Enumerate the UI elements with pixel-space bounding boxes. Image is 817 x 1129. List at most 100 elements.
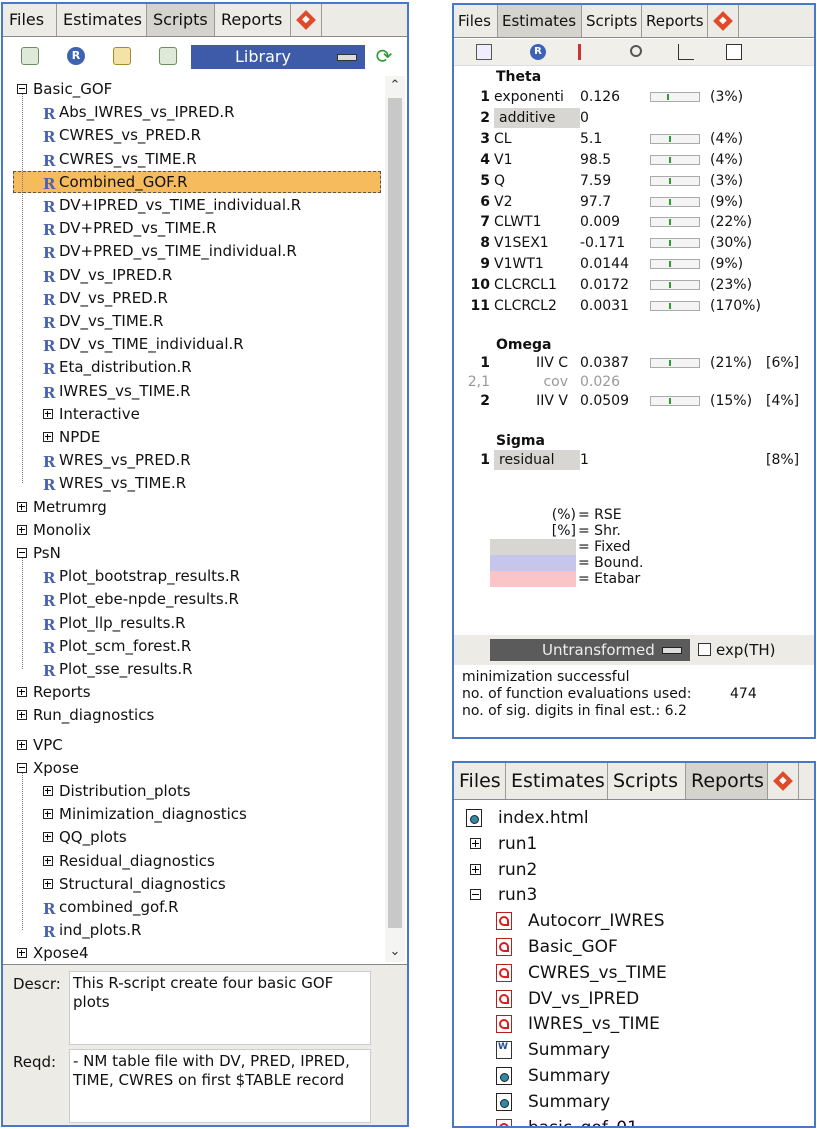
edit-script-icon[interactable] [113, 47, 131, 65]
report-item[interactable]: Summary [496, 1063, 810, 1089]
tree-script[interactable]: R Plot_scm_forest.R [43, 635, 379, 657]
tab-scripts[interactable]: Scripts [582, 5, 642, 37]
scrollbar-thumb[interactable] [388, 98, 402, 928]
window-icon[interactable] [726, 44, 742, 60]
tree-script[interactable]: R Abs_IWRES_vs_IPRED.R [43, 101, 379, 123]
tree-script[interactable]: R CWRES_vs_TIME.R [43, 148, 379, 170]
tree-folder[interactable]: Metrumrg [17, 496, 379, 518]
tree-script[interactable]: R DV_vs_TIME.R [43, 310, 379, 332]
report-item[interactable]: basic_gof_01 [496, 1115, 810, 1126]
expand-plus-icon[interactable] [43, 432, 53, 442]
expand-plus-icon[interactable] [43, 878, 53, 889]
tree-folder[interactable]: Interactive [43, 403, 379, 425]
tree-folder[interactable]: Xpose4 [17, 942, 379, 962]
tree-script[interactable]: Rind_plots.R [43, 919, 379, 941]
tab-files[interactable]: Files [454, 5, 498, 37]
tree-script[interactable]: R Eta_distribution.R [43, 356, 379, 378]
report-item[interactable]: IWRES_vs_TIME [496, 1011, 810, 1037]
expand-plus-icon[interactable] [43, 786, 53, 796]
report-item[interactable]: Autocorr_IWRES [496, 908, 810, 934]
tab-estimates[interactable]: Estimates [57, 4, 147, 36]
expand-plus-icon[interactable] [17, 687, 27, 698]
tree-script[interactable]: R WRES_vs_PRED.R [43, 449, 379, 471]
collapse-minus-icon[interactable] [17, 84, 27, 94]
report-item[interactable]: Summary [496, 1089, 810, 1115]
report-item[interactable]: Summary [496, 1037, 810, 1063]
scroll-down-icon[interactable]: ⌄ [385, 942, 405, 962]
refresh-icon[interactable]: ⟳ [375, 46, 393, 66]
collapse-minus-icon[interactable] [470, 889, 481, 901]
tree-folder[interactable]: Basic_GOF [17, 78, 379, 100]
tree-folder[interactable]: Minimization_diagnostics [43, 803, 379, 825]
tree-script[interactable]: R DV+IPRED_vs_TIME_individual.R [43, 194, 379, 216]
tree-folder[interactable]: Residual_diagnostics [43, 850, 379, 872]
tree-folder[interactable]: Xpose [17, 757, 379, 779]
tree-folder[interactable]: VPC [17, 734, 379, 756]
report-item[interactable]: CWRES_vs_TIME [496, 960, 810, 986]
report-item[interactable]: run3 [466, 882, 810, 908]
expand-plus-icon[interactable] [43, 408, 53, 419]
exp-checkbox[interactable] [698, 643, 711, 656]
tree-script[interactable]: R DV+PRED_vs_TIME.R [43, 217, 379, 239]
tree-script[interactable]: R Plot_llp_results.R [43, 612, 379, 634]
tree-scrollbar[interactable]: ⌃ ⌄ [385, 76, 405, 962]
r-icon[interactable]: R [67, 47, 85, 65]
expand-plus-icon[interactable] [43, 832, 53, 843]
expand-plus-icon[interactable] [17, 948, 27, 959]
expand-plus-icon[interactable] [470, 863, 481, 875]
library-select[interactable]: Library [191, 45, 365, 69]
report-item[interactable]: Basic_GOF [496, 934, 810, 960]
tree-folder[interactable]: Monolix [17, 519, 379, 541]
expand-plus-icon[interactable] [43, 809, 53, 820]
report-item[interactable]: run1 [466, 831, 810, 857]
expand-plus-icon[interactable] [17, 710, 27, 721]
tree-script[interactable]: R WRES_vs_TIME.R [43, 472, 379, 494]
tree-script[interactable]: R DV+PRED_vs_TIME_individual.R [43, 240, 379, 262]
tree-folder[interactable]: Reports [17, 681, 379, 703]
tab-reports[interactable]: Reports [686, 763, 768, 799]
tree-folder[interactable]: Run_diagnostics [17, 704, 379, 726]
tab-reports[interactable]: Reports [215, 4, 291, 36]
tab-estimates[interactable]: Estimates [498, 5, 582, 37]
tab-scripts[interactable]: Scripts [147, 4, 215, 36]
expand-plus-icon[interactable] [470, 837, 481, 849]
tree-script[interactable]: R Plot_ebe-npde_results.R [43, 588, 379, 610]
report-item[interactable]: index.html [466, 805, 810, 831]
new-script-icon[interactable] [159, 47, 177, 65]
correlation-icon[interactable] [578, 44, 594, 60]
git-icon[interactable]: ◆ [708, 5, 739, 37]
tree-folder[interactable]: Structural_diagnostics [43, 873, 379, 895]
expand-plus-icon[interactable] [43, 855, 53, 866]
tree-script[interactable]: R Plot_sse_results.R [43, 658, 379, 680]
table-icon[interactable] [476, 44, 492, 60]
tree-script[interactable]: R Plot_bootstrap_results.R [43, 565, 379, 587]
search-icon[interactable] [630, 45, 642, 57]
tab-scripts[interactable]: Scripts [608, 763, 686, 799]
tree-script[interactable]: R DV_vs_TIME_individual.R [43, 333, 379, 355]
tree-script[interactable]: R DV_vs_PRED.R [43, 287, 379, 309]
run-script-icon[interactable] [21, 47, 39, 65]
git-icon[interactable]: ◆ [291, 4, 322, 36]
tree-folder[interactable]: QQ_plots [43, 826, 379, 848]
tab-files[interactable]: Files [3, 4, 57, 36]
tab-files[interactable]: Files [454, 763, 506, 799]
tree-script[interactable]: R Combined_GOF.R [13, 170, 381, 193]
tree-script[interactable]: R IWRES_vs_TIME.R [43, 380, 379, 402]
collapse-minus-icon[interactable] [17, 762, 27, 773]
scroll-up-icon[interactable]: ⌃ [385, 76, 405, 96]
transform-select[interactable]: Untransformed [490, 639, 690, 661]
expand-plus-icon[interactable] [17, 524, 27, 535]
tree-script[interactable]: Rcombined_gof.R [43, 896, 379, 918]
tree-folder[interactable]: Distribution_plots [43, 780, 379, 802]
git-icon[interactable]: ◆ [768, 763, 799, 799]
tree-folder[interactable]: PsN [17, 542, 379, 564]
tree-folder[interactable]: NPDE [43, 426, 379, 448]
expand-plus-icon[interactable] [17, 501, 27, 512]
collapse-minus-icon[interactable] [17, 548, 27, 558]
r-icon[interactable]: R [530, 44, 546, 60]
tree-script[interactable]: R DV_vs_IPRED.R [43, 264, 379, 286]
tab-reports[interactable]: Reports [642, 5, 708, 37]
tab-estimates[interactable]: Estimates [506, 763, 608, 799]
tree-script[interactable]: R CWRES_vs_PRED.R [43, 124, 379, 146]
report-item[interactable]: DV_vs_IPRED [496, 986, 810, 1012]
